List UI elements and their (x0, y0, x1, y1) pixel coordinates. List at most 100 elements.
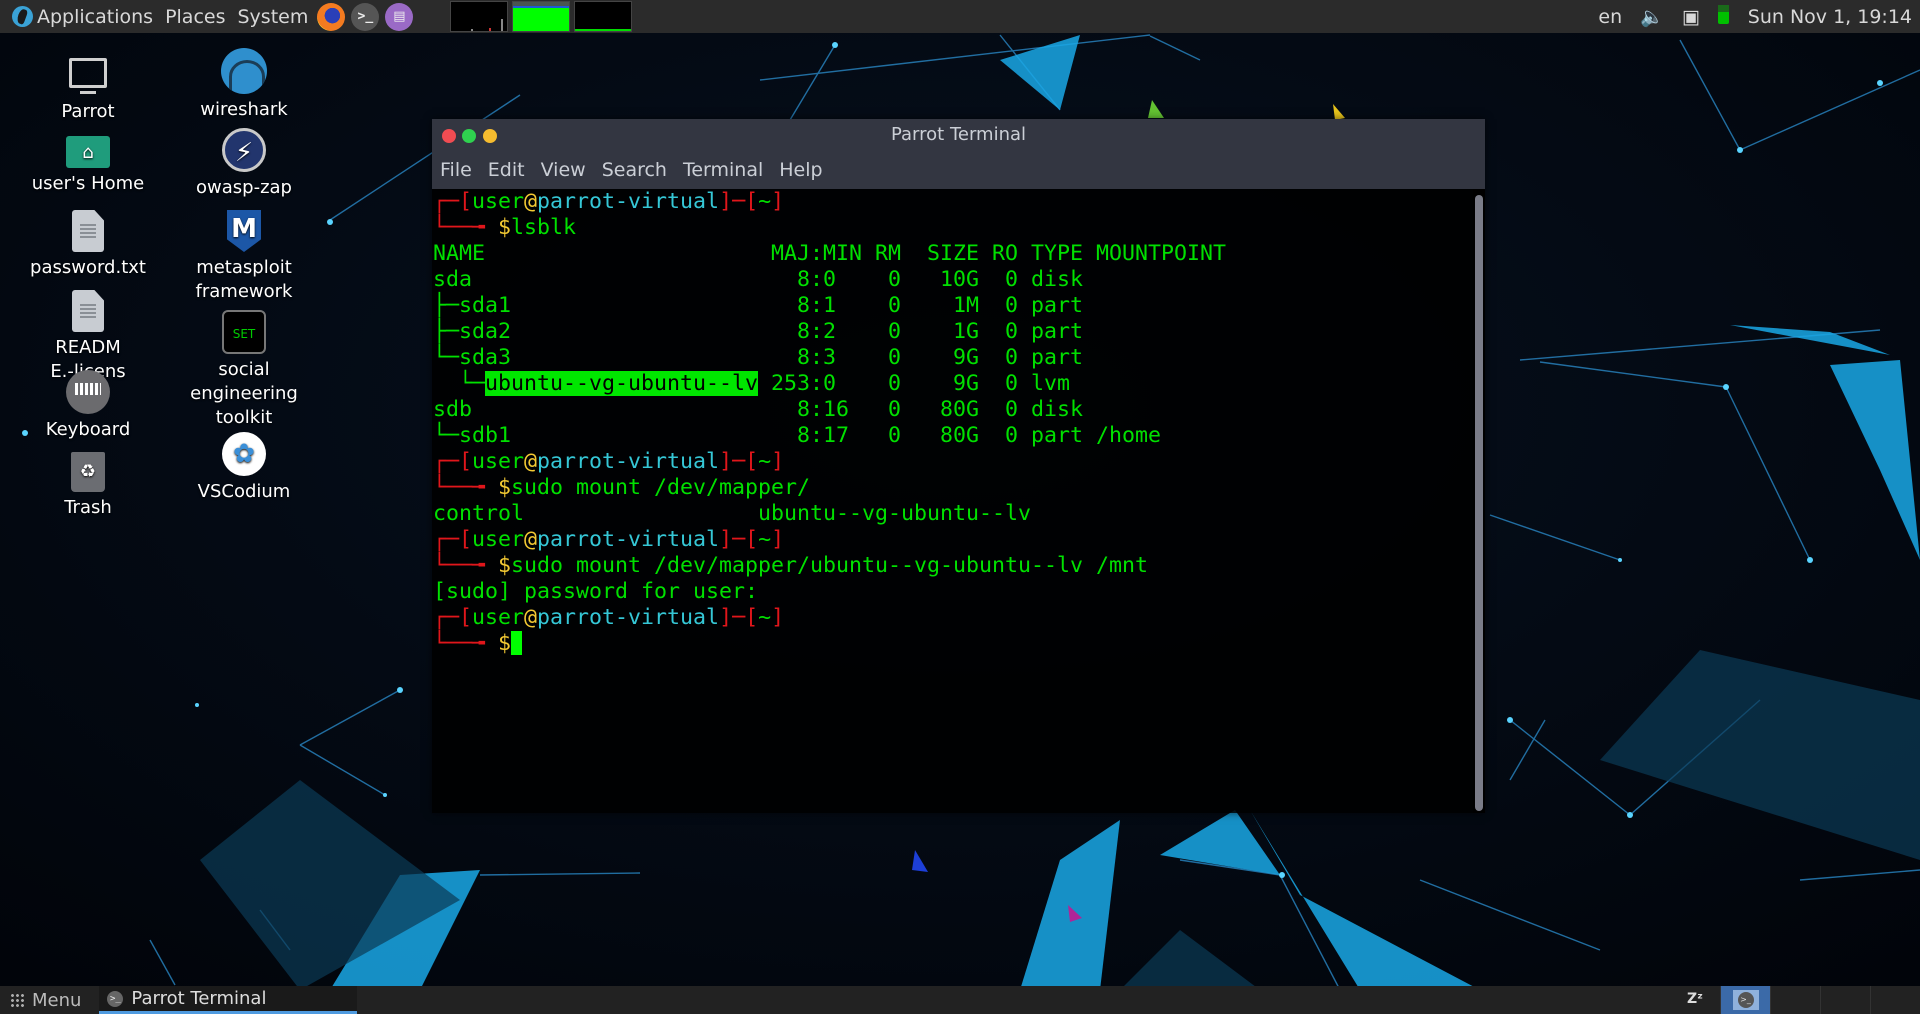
prompt-user: user (472, 527, 525, 552)
wireshark-icon (221, 48, 267, 94)
places-menu[interactable]: Places (159, 0, 231, 33)
terminal-text-segment: $ (498, 215, 512, 240)
terminal-scrollbar[interactable] (1473, 189, 1485, 813)
terminal-window[interactable]: Parrot Terminal File Edit View Search Te… (432, 119, 1485, 813)
desktop-icon-label: password.txt (30, 257, 146, 278)
desktop-icon-set[interactable]: SET social engineering toolkit (184, 310, 304, 430)
inhibit-sleep-icon[interactable]: Zᶻ (1684, 991, 1706, 1009)
terminal-text-segment: $ (498, 553, 512, 578)
desktop-icon-label: social engineering toolkit (190, 359, 298, 428)
scrollbar-thumb[interactable] (1475, 195, 1483, 811)
prompt-user: user (472, 605, 525, 630)
device-name: sda3 (459, 345, 512, 370)
command-line: └──╼ $sudo mount /dev/mapper/ (433, 475, 1226, 501)
menu-search[interactable]: Search (602, 159, 667, 181)
terminal-text-segment: $ (498, 631, 512, 656)
applications-menu-label: Applications (37, 5, 154, 28)
desktop-icon-trash[interactable]: ♻ Trash (28, 452, 148, 520)
menu-file[interactable]: File (440, 159, 472, 181)
terminal-text-segment: └──╼ (433, 553, 499, 578)
prompt-user: user (472, 449, 525, 474)
home-folder-icon (66, 136, 110, 168)
terminal-text-segment: 253:0 0 9G 0 lvm (758, 371, 1097, 396)
command-line: └──╼ $lsblk (433, 215, 1226, 241)
terminal-output[interactable]: ┌─[user@parrot-virtual]─[~] └──╼ $lsblk NA… (432, 189, 1485, 813)
lsblk-row: └─sdb1 8:17 0 80G 0 part /home (433, 423, 1226, 449)
cpu-monitor-graph[interactable] (450, 1, 509, 32)
tree-branch: ├─ (433, 319, 460, 344)
terminal-text-segment: ┌─[ (433, 449, 473, 474)
device-name: sdb1 (459, 423, 512, 448)
workspace-2[interactable] (1770, 986, 1820, 1014)
desktop-icon-label: metasploit framework (195, 257, 293, 302)
terminal-text-segment: @ (524, 605, 538, 630)
menu-button[interactable]: Menu (0, 990, 99, 1011)
prompt-dir: ~ (758, 527, 772, 552)
prompt-line: ┌─[user@parrot-virtual]─[~] (433, 527, 1226, 553)
display-icon[interactable]: ▣ (1673, 6, 1709, 28)
desktop-icon-wireshark[interactable]: wireshark (184, 48, 304, 122)
terminal-text: ┌─[user@parrot-virtual]─[~] └──╼ $lsblk NA… (433, 189, 1226, 657)
desktop-icon-metasploit[interactable]: M metasploit framework (184, 210, 304, 304)
window-title: Parrot Terminal (890, 124, 1027, 145)
completion-output: control ubuntu--vg-ubuntu--lv (433, 501, 1226, 527)
clock[interactable]: Sun Nov 1, 19:14 (1738, 6, 1920, 28)
battery-icon[interactable] (1709, 4, 1738, 29)
parrot-logo-icon (12, 6, 33, 27)
workspace-3[interactable] (1820, 986, 1870, 1014)
device-name: sda (433, 267, 473, 292)
tree-branch: └─ (433, 345, 460, 370)
command-line: └──╼ $ (433, 631, 1226, 657)
sudo-prompt: [sudo] password for user: (433, 579, 1226, 605)
terminal-menubar: File Edit View Search Terminal Help (432, 151, 1485, 189)
volume-icon[interactable]: 🔈 (1631, 5, 1673, 28)
network-monitor-graph[interactable] (574, 1, 633, 32)
trash-icon: ♻ (71, 452, 105, 492)
desktop-icon-label: user's Home (31, 173, 145, 194)
keyboard-layout-indicator[interactable]: en (1589, 6, 1631, 28)
menu-edit[interactable]: Edit (488, 159, 525, 181)
terminal-text-segment: └──╼ (433, 631, 499, 656)
desktop-icon-label: VSCodium (197, 481, 291, 502)
desktop-icon-vscodium[interactable]: ✿ VSCodium (184, 432, 304, 504)
prompt-host: parrot-virtual (537, 605, 720, 630)
desktop-icon-users-home[interactable]: user's Home (28, 136, 148, 196)
command-text: sudo mount /dev/mapper/ (511, 475, 811, 500)
desktop-icon-label: Trash (64, 497, 112, 518)
system-menu[interactable]: System (231, 0, 314, 33)
lsblk-header: NAME MAJ:MIN RM SIZE RO TYPE MOUNTPOINT (433, 241, 1226, 267)
applications-menu[interactable]: Applications (0, 0, 159, 33)
owasp-zap-icon: ⚡ (222, 128, 266, 172)
terminal-launcher-icon[interactable]: >_ (351, 2, 380, 31)
terminal-text-segment: └──╼ (433, 475, 499, 500)
text-editor-icon[interactable]: ▤ (385, 2, 414, 31)
desktop-icon-password-txt[interactable]: password.txt (28, 210, 148, 280)
terminal-icon: >_ (107, 990, 124, 1007)
terminal-text-segment: 8:3 0 9G 0 part (511, 345, 1097, 370)
bottom-panel: Menu >_ Parrot Terminal Zᶻ >_ (0, 986, 1920, 1014)
device-name: sdb (433, 397, 473, 422)
menu-view[interactable]: View (541, 159, 586, 181)
workspace-1[interactable]: >_ (1720, 986, 1770, 1014)
workspace-4[interactable] (1870, 986, 1920, 1014)
desktop-icon-parrot[interactable]: Parrot (28, 52, 148, 124)
terminal-text-segment: ] (771, 605, 785, 630)
taskbar-item-label: Parrot Terminal (131, 988, 267, 1009)
lsblk-row: └─ubuntu--vg-ubuntu--lv 253:0 0 9G 0 lvm (433, 371, 1226, 397)
terminal-text-segment: 8:0 0 10G 0 disk (472, 267, 1097, 292)
desktop-icon-label: wireshark (200, 99, 288, 120)
desktop-icon-owasp-zap[interactable]: ⚡ owasp-zap (184, 128, 304, 200)
menu-help[interactable]: Help (779, 159, 822, 181)
menu-terminal[interactable]: Terminal (683, 159, 763, 181)
terminal-text-segment: @ (524, 449, 538, 474)
desktop-icon-keyboard[interactable]: Keyboard (28, 370, 148, 442)
memory-monitor-graph[interactable] (512, 1, 571, 32)
firefox-icon[interactable] (317, 2, 346, 31)
menu-label: Menu (32, 989, 82, 1011)
device-name: ubuntu--vg-ubuntu--lv (485, 371, 759, 396)
window-titlebar[interactable]: Parrot Terminal (432, 119, 1485, 151)
terminal-text-segment: 8:1 0 1M 0 part (511, 293, 1097, 318)
device-name: sda1 (459, 293, 512, 318)
taskbar-item-parrot-terminal[interactable]: >_ Parrot Terminal (99, 986, 358, 1014)
prompt-line: ┌─[user@parrot-virtual]─[~] (433, 605, 1226, 631)
